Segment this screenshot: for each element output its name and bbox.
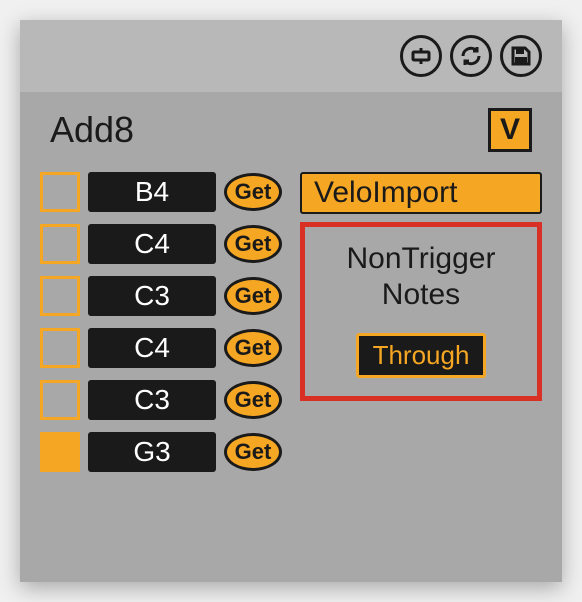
nontrigger-label: NonTrigger Notes bbox=[347, 241, 496, 313]
note-row: C4 Get bbox=[40, 224, 282, 264]
note-label[interactable]: C3 bbox=[88, 276, 216, 316]
note-label[interactable]: C4 bbox=[88, 224, 216, 264]
note-label[interactable]: C3 bbox=[88, 380, 216, 420]
through-button[interactable]: Through bbox=[356, 333, 487, 378]
get-button[interactable]: Get bbox=[224, 329, 282, 367]
note-label[interactable]: C4 bbox=[88, 328, 216, 368]
device-panel: Add8 V B4 Get C4 Get C3 Get C4 bbox=[20, 20, 562, 582]
get-button[interactable]: Get bbox=[224, 381, 282, 419]
note-label[interactable]: B4 bbox=[88, 172, 216, 212]
note-label[interactable]: G3 bbox=[88, 432, 216, 472]
save-icon[interactable] bbox=[500, 35, 542, 77]
note-row: C3 Get bbox=[40, 276, 282, 316]
note-row: G3 Get bbox=[40, 432, 282, 472]
note-checkbox[interactable] bbox=[40, 224, 80, 264]
note-row: B4 Get bbox=[40, 172, 282, 212]
main-content: B4 Get C4 Get C3 Get C4 Get C3 G bbox=[20, 172, 562, 472]
velo-import-button[interactable]: VeloImport bbox=[300, 172, 542, 214]
get-button[interactable]: Get bbox=[224, 277, 282, 315]
nontrigger-label-line1: NonTrigger bbox=[347, 242, 496, 275]
v-button[interactable]: V bbox=[488, 108, 532, 152]
note-checkbox[interactable] bbox=[40, 328, 80, 368]
expand-icon[interactable] bbox=[400, 35, 442, 77]
nontrigger-label-line2: Notes bbox=[382, 278, 460, 311]
note-checkbox[interactable] bbox=[40, 276, 80, 316]
right-column: VeloImport NonTrigger Notes Through bbox=[300, 172, 542, 472]
get-button[interactable]: Get bbox=[224, 173, 282, 211]
note-checkbox[interactable] bbox=[40, 172, 80, 212]
note-checkbox[interactable] bbox=[40, 380, 80, 420]
device-title: Add8 bbox=[50, 109, 134, 151]
nontrigger-section: NonTrigger Notes Through bbox=[300, 222, 542, 401]
header-row: Add8 V bbox=[20, 92, 562, 172]
note-rows-column: B4 Get C4 Get C3 Get C4 Get C3 G bbox=[40, 172, 282, 472]
get-button[interactable]: Get bbox=[224, 225, 282, 263]
note-checkbox[interactable] bbox=[40, 432, 80, 472]
get-button[interactable]: Get bbox=[224, 433, 282, 471]
titlebar bbox=[20, 20, 562, 92]
note-row: C3 Get bbox=[40, 380, 282, 420]
refresh-icon[interactable] bbox=[450, 35, 492, 77]
note-row: C4 Get bbox=[40, 328, 282, 368]
